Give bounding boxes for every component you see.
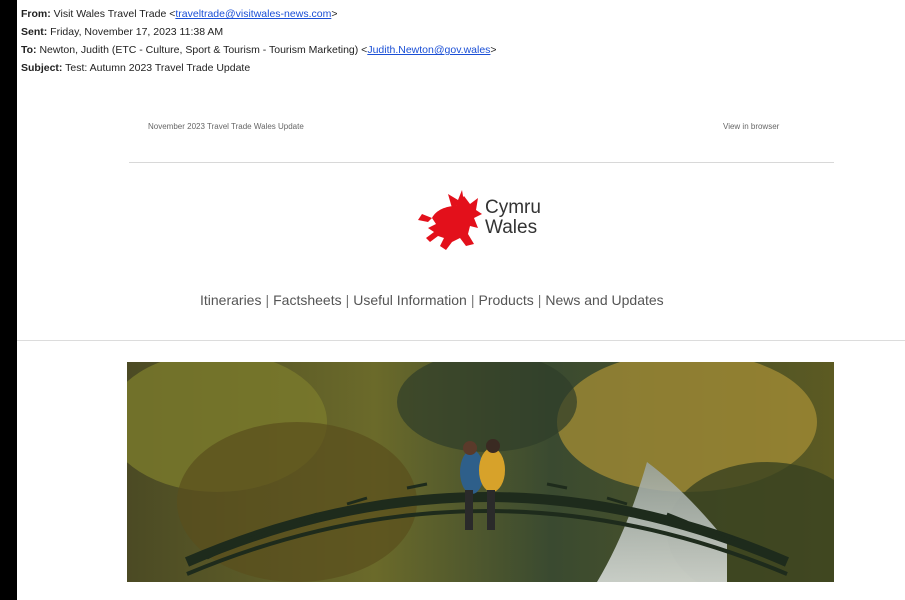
logo-line-2: Wales bbox=[485, 217, 538, 238]
email-headers: From: Visit Wales Travel Trade <traveltr… bbox=[21, 5, 497, 77]
sent-row: Sent: Friday, November 17, 2023 11:38 AM bbox=[21, 23, 497, 41]
divider bbox=[17, 340, 905, 341]
nav-separator: | bbox=[265, 292, 270, 308]
to-address-link[interactable]: Judith.Newton@gov.wales bbox=[367, 44, 490, 56]
preheader-text: November 2023 Travel Trade Wales Update bbox=[148, 122, 304, 131]
nav-separator: | bbox=[470, 292, 475, 308]
from-row: From: Visit Wales Travel Trade <traveltr… bbox=[21, 5, 497, 23]
sent-value: Friday, November 17, 2023 11:38 AM bbox=[50, 26, 224, 38]
nav-itineraries[interactable]: Itineraries bbox=[200, 292, 261, 308]
nav-news-and-updates[interactable]: News and Updates bbox=[545, 292, 663, 308]
nav-useful-information[interactable]: Useful Information bbox=[353, 292, 467, 308]
subject-value: Test: Autumn 2023 Travel Trade Update bbox=[65, 62, 251, 74]
subject-label: Subject: bbox=[21, 62, 63, 74]
to-label: To: bbox=[21, 44, 37, 56]
divider bbox=[129, 162, 834, 163]
hero-image[interactable] bbox=[127, 362, 834, 582]
nav-factsheets[interactable]: Factsheets bbox=[273, 292, 341, 308]
view-in-browser-link[interactable]: View in browser bbox=[723, 122, 779, 131]
nav-separator: | bbox=[537, 292, 542, 308]
to-row: To: Newton, Judith (ETC - Culture, Sport… bbox=[21, 41, 497, 59]
from-end: > bbox=[331, 8, 338, 20]
subject-row: Subject: Test: Autumn 2023 Travel Trade … bbox=[21, 59, 497, 77]
email-window: From: Visit Wales Travel Trade <traveltr… bbox=[17, 0, 905, 600]
logo-text: Cymru Wales bbox=[485, 198, 541, 238]
nav-products[interactable]: Products bbox=[478, 292, 533, 308]
nav-separator: | bbox=[345, 292, 350, 308]
to-name: Newton, Judith (ETC - Culture, Sport & T… bbox=[39, 44, 368, 56]
from-address-link[interactable]: traveltrade@visitwales-news.com bbox=[175, 8, 331, 20]
sent-label: Sent: bbox=[21, 26, 48, 38]
from-name: Visit Wales Travel Trade < bbox=[53, 8, 176, 20]
to-end: > bbox=[490, 44, 497, 56]
from-label: From: bbox=[21, 8, 51, 20]
logo-line-1: Cymru bbox=[485, 197, 541, 218]
newsletter-nav: Itineraries | Factsheets | Useful Informatio… bbox=[200, 292, 664, 308]
hero-photo bbox=[127, 362, 834, 582]
